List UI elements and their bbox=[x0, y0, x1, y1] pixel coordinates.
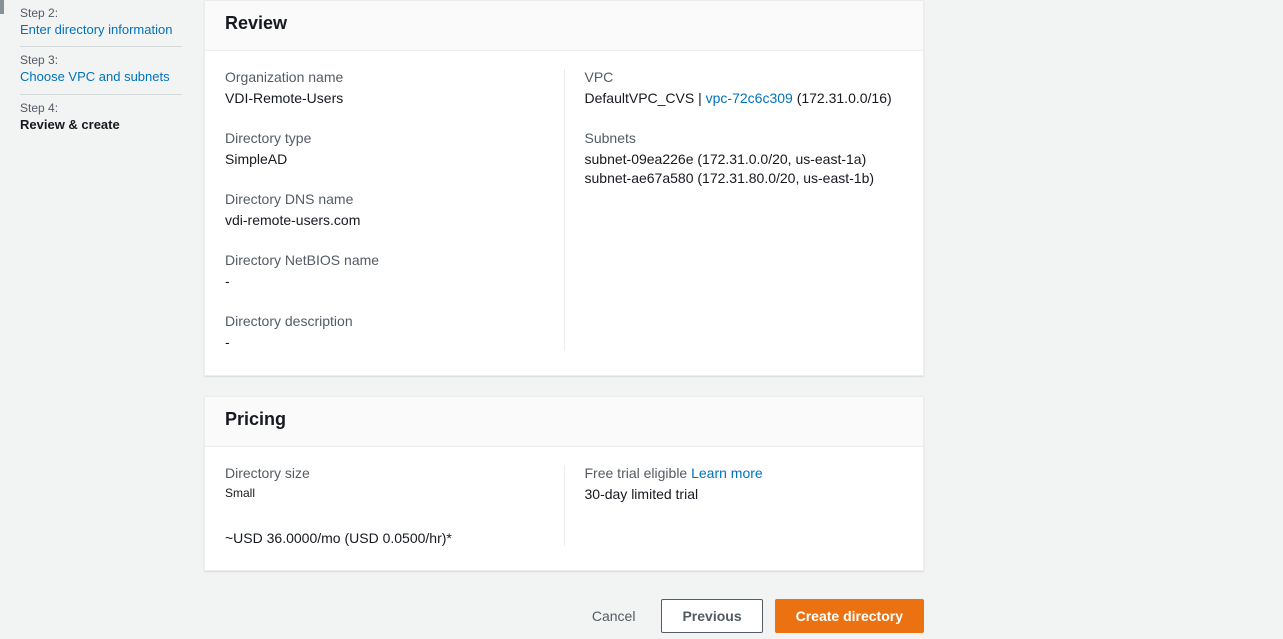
wizard-step-4: Step 4: Review & create bbox=[20, 95, 182, 141]
review-panel-header: Review bbox=[205, 1, 923, 51]
review-right-column: VPC DefaultVPC_CVS | vpc-72c6c309 (172.3… bbox=[565, 69, 904, 351]
dns-name-label: Directory DNS name bbox=[225, 191, 544, 207]
subnets-label: Subnets bbox=[585, 130, 904, 146]
directory-description-label: Directory description bbox=[225, 313, 544, 329]
main-content: Review Organization name VDI-Remote-User… bbox=[204, 0, 924, 639]
wizard-step-3[interactable]: Step 3: Choose VPC and subnets bbox=[20, 47, 182, 94]
learn-more-link[interactable]: Learn more bbox=[691, 465, 763, 481]
step-link-enter-directory-info[interactable]: Enter directory information bbox=[20, 22, 182, 39]
vpc-value: DefaultVPC_CVS | vpc-72c6c309 (172.31.0.… bbox=[585, 89, 904, 108]
org-name-label: Organization name bbox=[225, 69, 544, 85]
review-panel: Review Organization name VDI-Remote-User… bbox=[204, 0, 924, 376]
step-label: Step 4: bbox=[20, 101, 182, 117]
previous-button[interactable]: Previous bbox=[661, 599, 762, 633]
directory-size-value: Small bbox=[225, 485, 544, 501]
directory-size-label: Directory size bbox=[225, 465, 544, 481]
subnet-2: subnet-ae67a580 (172.31.80.0/20, us-east… bbox=[585, 169, 904, 188]
subnet-1: subnet-09ea226e (172.31.0.0/20, us-east-… bbox=[585, 150, 904, 169]
step-label: Step 3: bbox=[20, 53, 182, 69]
step-label: Step 2: bbox=[20, 6, 182, 22]
vpc-id-link[interactable]: vpc-72c6c309 bbox=[706, 90, 793, 106]
cancel-button[interactable]: Cancel bbox=[578, 599, 650, 633]
free-trial-text: Free trial eligible bbox=[585, 465, 692, 481]
pricing-right-column: Free trial eligible Learn more 30-day li… bbox=[565, 465, 904, 545]
price-line: ~USD 36.0000/mo (USD 0.0500/hr)* bbox=[225, 530, 544, 546]
free-trial-line: Free trial eligible Learn more bbox=[585, 465, 904, 481]
create-directory-button[interactable]: Create directory bbox=[775, 599, 924, 633]
directory-description-value: - bbox=[225, 333, 544, 352]
review-left-column: Organization name VDI-Remote-Users Direc… bbox=[225, 69, 565, 351]
directory-type-value: SimpleAD bbox=[225, 150, 544, 169]
step-link-choose-vpc[interactable]: Choose VPC and subnets bbox=[20, 69, 182, 86]
directory-type-label: Directory type bbox=[225, 130, 544, 146]
step-current-review-create: Review & create bbox=[20, 117, 182, 134]
review-heading: Review bbox=[225, 13, 903, 34]
wizard-footer: Cancel Previous Create directory bbox=[204, 591, 924, 639]
vpc-cidr: (172.31.0.0/16) bbox=[793, 90, 892, 106]
vpc-name: DefaultVPC_CVS | bbox=[585, 90, 706, 106]
netbios-name-label: Directory NetBIOS name bbox=[225, 252, 544, 268]
pricing-left-column: Directory size Small ~USD 36.0000/mo (US… bbox=[225, 465, 565, 545]
vpc-label: VPC bbox=[585, 69, 904, 85]
trial-detail: 30-day limited trial bbox=[585, 485, 904, 504]
pricing-panel-header: Pricing bbox=[205, 397, 923, 447]
org-name-value: VDI-Remote-Users bbox=[225, 89, 544, 108]
netbios-name-value: - bbox=[225, 272, 544, 291]
wizard-step-2[interactable]: Step 2: Enter directory information bbox=[20, 0, 182, 47]
pricing-panel: Pricing Directory size Small ~USD 36.000… bbox=[204, 396, 924, 570]
subnets-value: subnet-09ea226e (172.31.0.0/20, us-east-… bbox=[585, 150, 904, 188]
drag-handle-icon bbox=[0, 0, 4, 14]
wizard-steps-nav: Step 2: Enter directory information Step… bbox=[20, 0, 190, 639]
dns-name-value: vdi-remote-users.com bbox=[225, 211, 544, 230]
pricing-heading: Pricing bbox=[225, 409, 903, 430]
